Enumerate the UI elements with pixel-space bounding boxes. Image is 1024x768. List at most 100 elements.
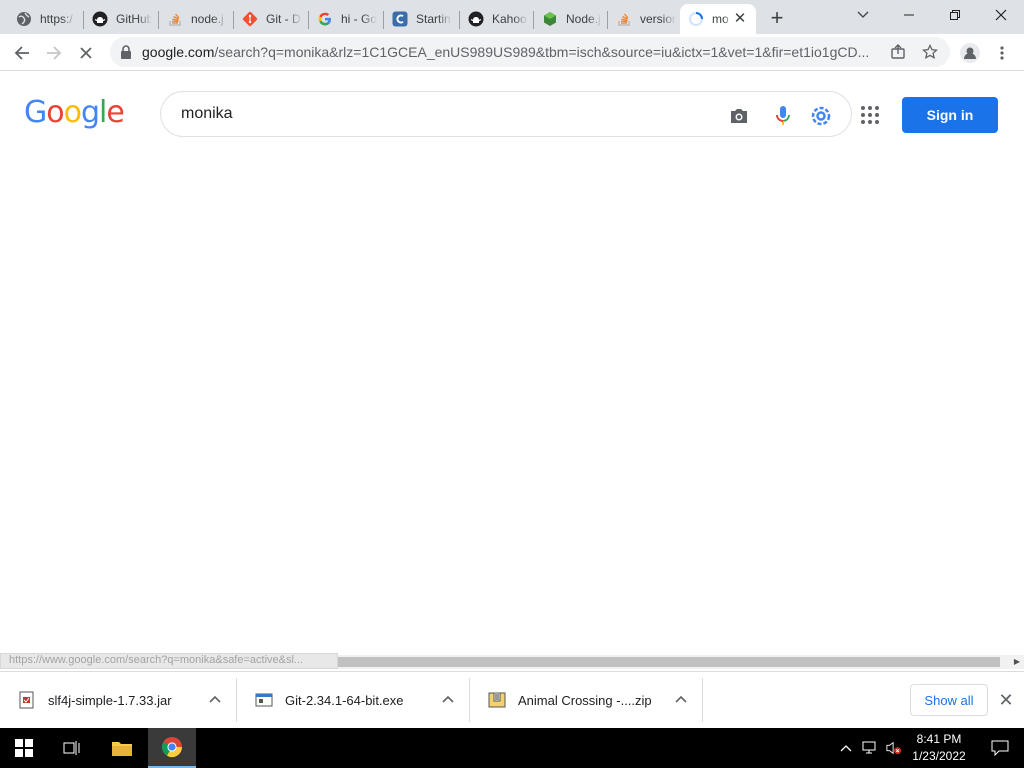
arrow-right-icon [47, 46, 62, 60]
tab-title: hi - Go [341, 12, 377, 26]
jar-file-icon [19, 691, 34, 709]
clock-date: 1/23/2022 [912, 749, 966, 763]
tab-3[interactable]: node.j [159, 4, 234, 34]
tab-title: Git - D [266, 12, 301, 26]
chevron-up-icon [675, 695, 687, 703]
share-icon[interactable] [888, 42, 908, 62]
close-icon [995, 9, 1007, 21]
tab-title: node.j [191, 12, 224, 26]
url-text: google.com/search?q=monika&rlz=1C1GCEA_e… [142, 44, 870, 60]
restore-icon [950, 10, 960, 20]
clock-time: 8:41 PM [916, 732, 962, 746]
chevron-up-icon [840, 745, 852, 752]
chrome-icon [161, 737, 183, 758]
minimize-button[interactable] [886, 0, 932, 30]
download-item[interactable]: Git-2.34.1-64-bit.exe [237, 678, 470, 722]
logo-letter: g [80, 95, 100, 130]
address-bar[interactable]: google.com/search?q=monika&rlz=1C1GCEA_e… [110, 37, 950, 67]
chevron-down-icon [857, 11, 869, 18]
status-url-bubble: https://www.google.com/search?q=monika&s… [0, 653, 338, 669]
search-box[interactable]: monika [160, 91, 852, 137]
profile-avatar-icon [960, 43, 980, 63]
forward-button[interactable] [40, 39, 68, 67]
system-clock[interactable]: 8:41 PM 1/23/2022 [905, 731, 973, 765]
logo-letter: o [46, 95, 64, 130]
tab-2[interactable]: GitHub [84, 4, 159, 34]
minimize-icon [904, 14, 914, 16]
restore-button[interactable] [932, 0, 978, 30]
tab-title: mo [712, 12, 729, 26]
back-button[interactable] [8, 39, 36, 67]
zip-file-icon [488, 692, 506, 708]
profile-button[interactable] [956, 39, 984, 67]
show-hidden-icons[interactable] [838, 740, 854, 756]
google-logo[interactable]: Google [24, 95, 125, 130]
tab-6[interactable]: Startin [384, 4, 460, 34]
download-item[interactable]: slf4j-simple-1.7.33.jar [0, 678, 237, 722]
arrow-left-icon [14, 46, 29, 60]
start-button[interactable] [0, 728, 48, 768]
tab-close-icon[interactable]: ✕ [732, 11, 748, 27]
task-view-button[interactable] [48, 728, 96, 768]
sign-in-button[interactable]: Sign in [902, 97, 998, 133]
tab-10-active[interactable]: mo ✕ [680, 4, 756, 34]
microphone-icon[interactable] [771, 104, 795, 128]
folder-icon [112, 742, 132, 756]
exe-file-icon [255, 693, 273, 707]
stop-button[interactable] [72, 39, 100, 67]
logo-letter: o [63, 95, 82, 130]
chevron-up-icon [442, 695, 454, 703]
tab-search-button[interactable] [840, 0, 886, 30]
close-window-button[interactable] [978, 0, 1024, 30]
task-view-icon [63, 741, 80, 755]
camera-icon[interactable] [727, 104, 751, 128]
google-apps-icon[interactable] [858, 103, 882, 127]
tab-strip: https:/ GitHub node.j Git - D hi - Go St… [0, 0, 1024, 34]
download-item[interactable]: Animal Crossing -....zip [470, 678, 703, 722]
loading-spinner-icon [688, 11, 704, 27]
bookmark-star-icon[interactable] [920, 42, 940, 62]
network-icon[interactable] [862, 740, 878, 756]
divider [702, 678, 703, 722]
more-vert-icon [1000, 46, 1004, 60]
windows-taskbar: 8:41 PM 1/23/2022 [0, 728, 1024, 768]
tab-7[interactable]: Kahoo [460, 4, 534, 34]
logo-letter: l [99, 95, 107, 130]
tab-8[interactable]: Node.j [534, 4, 608, 34]
volume-muted-icon[interactable] [886, 740, 902, 756]
nodejs-icon [542, 11, 558, 27]
tab-title: Node.j [566, 12, 601, 26]
action-center-button[interactable] [982, 728, 1018, 768]
show-all-downloads-button[interactable]: Show all [910, 684, 988, 716]
download-shelf: slf4j-simple-1.7.33.jar Git-2.34.1-64-bi… [0, 671, 1024, 728]
tab-title: version [640, 12, 676, 26]
google-g-icon [317, 11, 333, 27]
tab-title: Kahoo [492, 12, 527, 26]
tab-title: Startin [416, 12, 451, 26]
scroll-right-icon[interactable]: ▶ [1010, 655, 1024, 669]
tab-1[interactable]: https:/ [8, 4, 84, 34]
tab-4[interactable]: Git - D [234, 4, 309, 34]
app-c-icon [392, 11, 408, 27]
github-icon [468, 11, 484, 27]
stop-x-icon [80, 47, 92, 59]
stackoverflow-icon [167, 11, 183, 27]
notification-icon [991, 740, 1009, 756]
lock-icon[interactable] [120, 45, 132, 64]
windows-logo-icon [15, 739, 33, 757]
chrome-taskbar-button[interactable] [148, 728, 196, 768]
search-input[interactable]: monika [181, 105, 233, 123]
tab-9[interactable]: version [608, 4, 680, 34]
github-icon [92, 11, 108, 27]
close-shelf-icon[interactable]: ✕ [996, 690, 1016, 710]
chrome-menu-button[interactable] [988, 39, 1016, 67]
stackoverflow-icon [616, 11, 632, 27]
git-icon [242, 11, 258, 27]
new-tab-button[interactable]: + [765, 7, 789, 31]
tab-5[interactable]: hi - Go [309, 4, 384, 34]
search-settings-icon[interactable] [809, 104, 833, 128]
chevron-up-icon [209, 695, 221, 703]
globe-icon [16, 11, 32, 27]
file-explorer-button[interactable] [98, 728, 146, 768]
download-filename: slf4j-simple-1.7.33.jar [48, 692, 172, 708]
